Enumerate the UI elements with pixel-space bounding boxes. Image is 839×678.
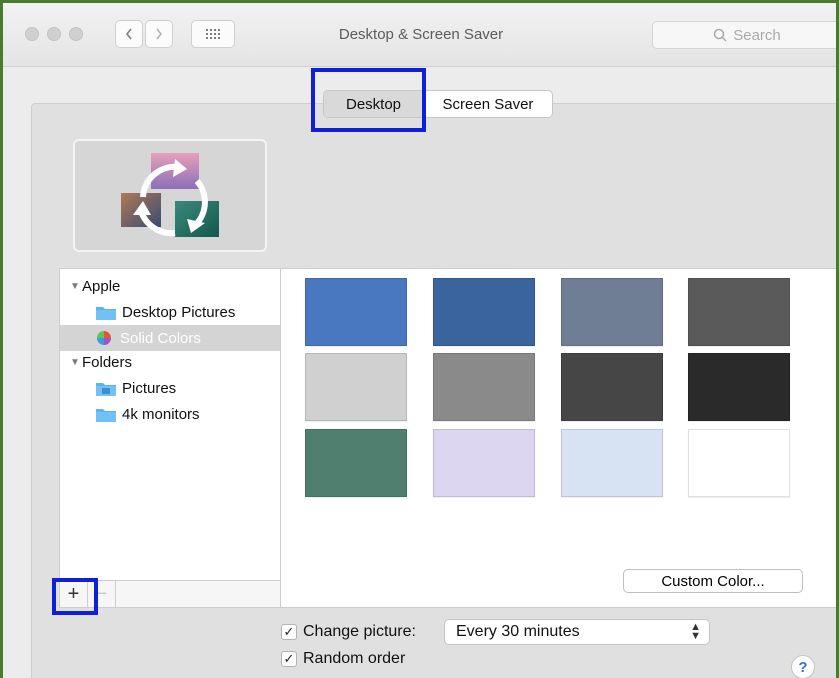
color-swatch[interactable] [433, 353, 535, 421]
group-apple[interactable]: ▼ Apple [60, 273, 280, 299]
disclosure-triangle-icon[interactable]: ▼ [70, 357, 82, 368]
sidebar-item-4k-monitors[interactable]: 4k monitors [60, 401, 280, 427]
folder-icon [96, 306, 116, 320]
title-bar: Desktop & Screen Saver Search [3, 3, 836, 67]
color-swatch[interactable] [688, 429, 790, 497]
help-button[interactable]: ? [791, 655, 815, 678]
rotating-pictures-icon [121, 153, 219, 237]
change-picture-checkbox[interactable]: ✓ [281, 624, 297, 640]
interval-value: Every 30 minutes [456, 623, 580, 640]
group-label: Folders [82, 353, 133, 371]
color-swatch[interactable] [305, 429, 407, 497]
window: Desktop & Screen Saver Search Desktop Sc… [0, 0, 839, 678]
random-order-label: Random order [303, 650, 406, 667]
color-swatch[interactable] [433, 429, 535, 497]
add-folder-button[interactable]: + [60, 581, 88, 607]
change-picture-label: Change picture: [303, 623, 416, 640]
custom-color-button[interactable]: Custom Color... [623, 569, 803, 593]
pictures-folder-icon [96, 382, 116, 396]
color-swatch[interactable] [561, 278, 663, 346]
folder-icon [96, 408, 116, 422]
source-list-toolbar: + − [59, 580, 281, 608]
desktop-preview [73, 139, 267, 252]
sidebar-item-pictures[interactable]: Pictures [60, 375, 280, 401]
remove-folder-button[interactable]: − [88, 581, 116, 607]
group-folders[interactable]: ▼ Folders [60, 349, 280, 375]
color-wheel-icon [97, 331, 111, 345]
change-picture-option[interactable]: ✓ Change picture: [281, 623, 416, 641]
group-label: Apple [82, 277, 121, 295]
sidebar-item-label: 4k monitors [122, 405, 200, 423]
color-swatch[interactable] [688, 278, 790, 346]
sidebar-item-label: Pictures [122, 379, 177, 397]
color-swatch[interactable] [688, 353, 790, 421]
search-icon [713, 28, 727, 42]
random-order-checkbox[interactable]: ✓ [281, 651, 297, 667]
search-placeholder: Search [733, 26, 781, 44]
color-swatch[interactable] [561, 429, 663, 497]
sidebar-item-label: Desktop Pictures [122, 303, 236, 321]
disclosure-triangle-icon[interactable]: ▼ [70, 281, 82, 292]
sidebar-item-solid-colors[interactable]: Solid Colors [60, 325, 280, 351]
color-swatch[interactable] [305, 278, 407, 346]
sidebar-item-desktop-pictures[interactable]: Desktop Pictures [60, 299, 280, 325]
color-swatch[interactable] [305, 353, 407, 421]
tab-screen-saver[interactable]: Screen Saver [424, 91, 552, 117]
tab-switcher: Desktop Screen Saver [323, 90, 553, 118]
color-swatch[interactable] [561, 353, 663, 421]
interval-select[interactable]: Every 30 minutes ▲ ▼ [444, 619, 710, 645]
random-order-option[interactable]: ✓ Random order [281, 650, 405, 668]
up-down-arrows-icon: ▲ ▼ [690, 621, 701, 642]
tab-desktop[interactable]: Desktop [324, 91, 424, 117]
search-field[interactable]: Search [652, 21, 836, 49]
color-swatch[interactable] [433, 278, 535, 346]
sidebar-item-label: Solid Colors [120, 329, 201, 347]
source-list: ▼ Apple Desktop Pictures Solid Colors ▼ … [59, 268, 281, 608]
